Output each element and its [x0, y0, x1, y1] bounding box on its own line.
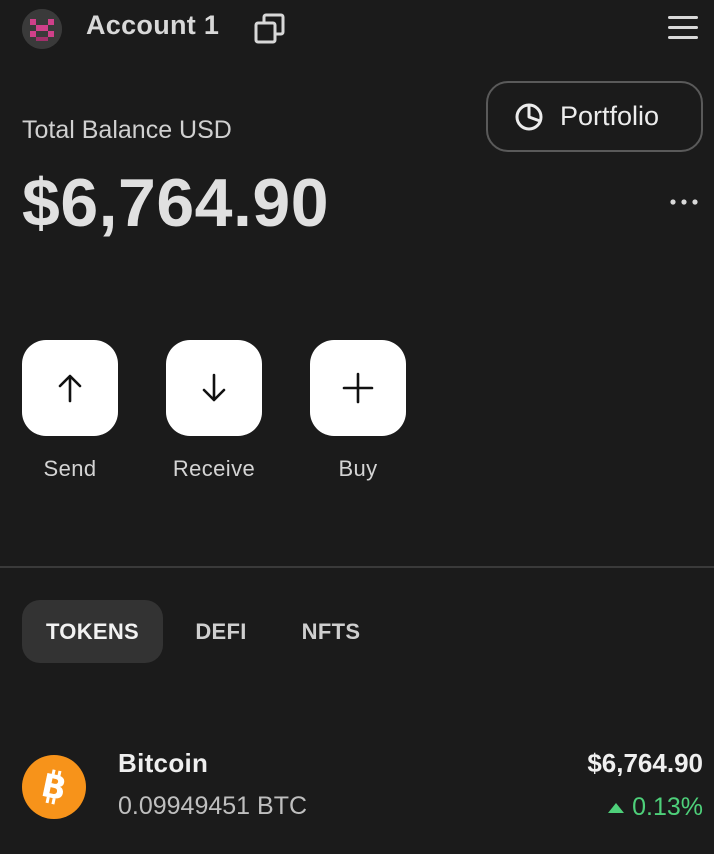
receive-action: Receive: [166, 340, 262, 481]
token-change: 0.13%: [608, 793, 703, 822]
arrow-down-icon: [202, 373, 226, 402]
pie-chart-icon: [515, 103, 543, 130]
copy-icon: [254, 13, 285, 44]
bitcoin-symbol: B: [38, 767, 70, 807]
more-options-button[interactable]: [666, 192, 702, 212]
balance-value: $6,764.90: [22, 165, 330, 241]
account-avatar[interactable]: [22, 9, 62, 49]
avatar-pixel-icon: [22, 9, 62, 49]
tab-defi[interactable]: DEFI: [174, 600, 268, 663]
account-name[interactable]: Account 1: [86, 10, 219, 41]
token-value: $6,764.90: [587, 748, 703, 778]
portfolio-button[interactable]: Portfolio: [486, 81, 703, 152]
section-divider: [0, 566, 714, 568]
buy-label: Buy: [338, 456, 378, 481]
tab-tokens[interactable]: TOKENS: [22, 600, 163, 663]
wallet-screen: Account 1 Portfolio Total Balance USD $6…: [0, 0, 714, 854]
token-amount: 0.09949451 BTC: [118, 792, 308, 820]
triangle-up-icon: [608, 802, 625, 813]
buy-action: Buy: [310, 340, 406, 481]
buy-button[interactable]: [310, 340, 406, 436]
send-label: Send: [43, 456, 97, 481]
send-action: Send: [22, 340, 118, 481]
token-change-value: 0.13%: [632, 793, 703, 821]
plus-icon: [342, 372, 374, 404]
receive-button[interactable]: [166, 340, 262, 436]
copy-address-button[interactable]: [252, 12, 288, 46]
receive-label: Receive: [172, 456, 256, 481]
arrow-up-icon: [58, 374, 82, 403]
tab-nfts[interactable]: NFTS: [284, 600, 378, 663]
ellipsis-icon: [670, 199, 698, 205]
balance-label: Total Balance USD: [22, 116, 232, 144]
hamburger-menu-icon: [668, 16, 698, 39]
portfolio-label: Portfolio: [560, 101, 660, 131]
menu-button[interactable]: [664, 12, 702, 44]
bitcoin-icon: B: [22, 755, 86, 819]
send-button[interactable]: [22, 340, 118, 436]
token-row-bitcoin[interactable]: B Bitcoin 0.09949451 BTC $6,764.90 0.13%: [0, 740, 714, 830]
header: Account 1: [0, 0, 714, 58]
token-name: Bitcoin: [118, 748, 209, 778]
